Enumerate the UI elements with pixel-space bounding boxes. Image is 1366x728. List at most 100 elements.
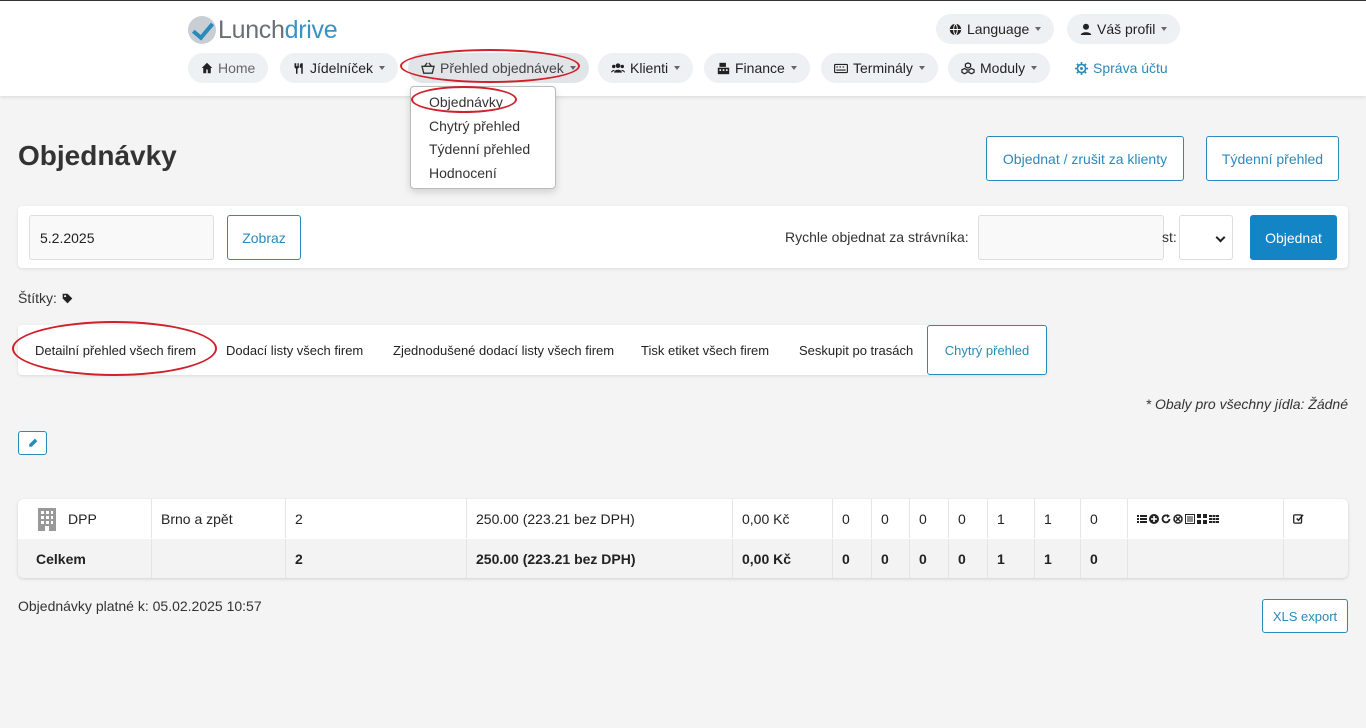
check-logo-icon: [188, 16, 216, 44]
dropdown-item-weekly-overview[interactable]: Týdenní přehled: [411, 138, 555, 162]
nav-menu[interactable]: Jídelníček: [280, 53, 399, 83]
packaging-note: * Obaly pro všechny jídla: Žádné: [1145, 396, 1348, 412]
dropdown-item-smart-overview[interactable]: Chytrý přehled: [411, 115, 555, 139]
number-cell: 0: [910, 499, 949, 538]
total-actions-cell: [1128, 539, 1284, 578]
number-cell: 0: [1081, 499, 1128, 538]
table-icon[interactable]: [1209, 514, 1219, 524]
page-title: Objednávky: [18, 140, 177, 171]
tab-print-labels[interactable]: Tisk etiket všech firem: [641, 325, 769, 375]
nav-account-label: Správa účtu: [1093, 60, 1168, 76]
lunchdrive-logo[interactable]: Lunch drive: [188, 14, 338, 46]
cutlery-icon: [293, 62, 305, 75]
table-total-row: Celkem 2 250.00 (223.21 bez DPH) 0,00 Kč…: [18, 539, 1348, 578]
plus-circle-icon[interactable]: [1149, 513, 1159, 524]
total-number: 0: [910, 539, 949, 578]
tab-group-by-routes[interactable]: Seskupit po trasách: [799, 325, 913, 375]
count-select[interactable]: [1179, 215, 1233, 260]
overview-tabs: Detailní přehled všech firem Dodací list…: [18, 325, 1047, 375]
nav-account-settings[interactable]: Správa účtu: [1062, 53, 1181, 83]
total-number: 0: [833, 539, 872, 578]
profile-label: Váš profil: [1097, 21, 1156, 37]
nav-home-label: Home: [218, 60, 256, 76]
company-name: DPP: [68, 510, 97, 527]
price-cell: 250.00 (223.21 bez DPH): [467, 499, 733, 538]
show-button[interactable]: Zobraz: [227, 215, 301, 260]
pencil-icon: [28, 438, 38, 448]
tab-simplified-delivery-notes[interactable]: Zjednodušené dodací listy všech firem: [393, 325, 614, 375]
tag-icon[interactable]: [62, 293, 73, 304]
chevron-down-icon: [1215, 232, 1226, 243]
number-cell: 0: [833, 499, 872, 538]
filter-card: 5.2.2025 Zobraz Rychle objednat za stráv…: [18, 206, 1348, 268]
tab-delivery-notes[interactable]: Dodací listy všech firem: [226, 325, 363, 375]
nav-menu-label: Jídelníček: [310, 60, 374, 76]
amount-cell: 0,00 Kč: [733, 499, 833, 538]
order-button[interactable]: Objednat: [1250, 215, 1337, 260]
nav-modules-label: Moduly: [980, 60, 1026, 76]
orders-overview-dropdown-menu: Objednávky Chytrý přehled Týdenní přehle…: [410, 86, 556, 189]
order-cancel-for-clients-button[interactable]: Objednat / zrušit za klienty: [986, 136, 1184, 181]
number-cell: 0: [872, 499, 910, 538]
list-icon[interactable]: [1137, 514, 1147, 524]
caret-down-icon: [674, 66, 681, 70]
orders-table: DPP Brno a zpět 2 250.00 (223.21 bez DPH…: [18, 499, 1348, 578]
total-count: 2: [286, 539, 467, 578]
dropdown-item-orders[interactable]: Objednávky: [411, 91, 555, 115]
number-cell: 0: [949, 499, 988, 538]
cancel-circle-icon[interactable]: [1173, 513, 1183, 524]
total-edit-cell: [1284, 539, 1348, 578]
count-label: st:: [1162, 229, 1177, 245]
total-amount: 0,00 Kč: [733, 539, 833, 578]
nav-orders-overview[interactable]: Přehled objednávek: [408, 53, 589, 83]
nav-clients-label: Klienti: [630, 60, 669, 76]
tab-detailed-overview[interactable]: Detailní přehled všech firem: [35, 325, 196, 375]
grid-icon[interactable]: [1197, 513, 1207, 524]
nav-terminals-label: Terminály: [853, 60, 913, 76]
language-dropdown[interactable]: Language: [936, 14, 1055, 44]
caret-down-icon: [1031, 66, 1038, 70]
weekly-overview-button[interactable]: Týdenní přehled: [1206, 136, 1339, 181]
table-row: DPP Brno a zpět 2 250.00 (223.21 bez DPH…: [18, 499, 1348, 538]
logo-text-drive: drive: [284, 15, 338, 44]
nav-clients[interactable]: Klienti: [598, 53, 694, 83]
count-cell: 2: [286, 499, 467, 538]
refresh-icon[interactable]: [1161, 513, 1171, 524]
xls-export-button[interactable]: XLS export: [1262, 599, 1348, 633]
row-actions: [1128, 499, 1284, 538]
number-cell: 1: [988, 499, 1035, 538]
users-icon: [611, 62, 625, 74]
document-icon[interactable]: [1185, 513, 1195, 524]
home-icon: [201, 62, 213, 74]
globe-icon: [949, 22, 962, 36]
caret-down-icon: [569, 66, 576, 70]
date-input[interactable]: 5.2.2025: [29, 215, 214, 260]
edit-button[interactable]: [18, 431, 47, 455]
quick-order-label: Rychle objednat za strávníka:: [785, 229, 969, 245]
route-cell: [152, 539, 286, 578]
dropdown-item-rating[interactable]: Hodnocení: [411, 162, 555, 186]
number-cell: 1: [1035, 499, 1081, 538]
profile-dropdown[interactable]: Váš profil: [1067, 14, 1181, 44]
tab-smart-overview[interactable]: Chytrý přehled: [927, 325, 1047, 375]
route-cell: Brno a zpět: [152, 499, 286, 538]
edit-check-icon[interactable]: [1293, 513, 1304, 524]
nav-terminals[interactable]: Terminály: [821, 53, 938, 83]
nav-modules[interactable]: Moduly: [948, 53, 1051, 83]
logo-text-lunch: Lunch: [218, 15, 285, 44]
total-number: 1: [988, 539, 1035, 578]
user-icon: [1080, 23, 1092, 35]
total-price: 250.00 (223.21 bez DPH): [467, 539, 733, 578]
nav-finance[interactable]: Finance: [704, 53, 810, 83]
tags-row: Štítky:: [18, 290, 73, 306]
caret-down-icon: [379, 66, 386, 70]
diner-input[interactable]: [978, 215, 1164, 260]
caret-down-icon: [918, 66, 925, 70]
caret-down-icon: [1161, 27, 1168, 31]
caret-down-icon: [790, 66, 797, 70]
nav-home[interactable]: Home: [188, 53, 269, 83]
total-number: 0: [1081, 539, 1128, 578]
gear-icon: [1075, 61, 1088, 75]
language-label: Language: [967, 21, 1030, 37]
total-number: 0: [949, 539, 988, 578]
